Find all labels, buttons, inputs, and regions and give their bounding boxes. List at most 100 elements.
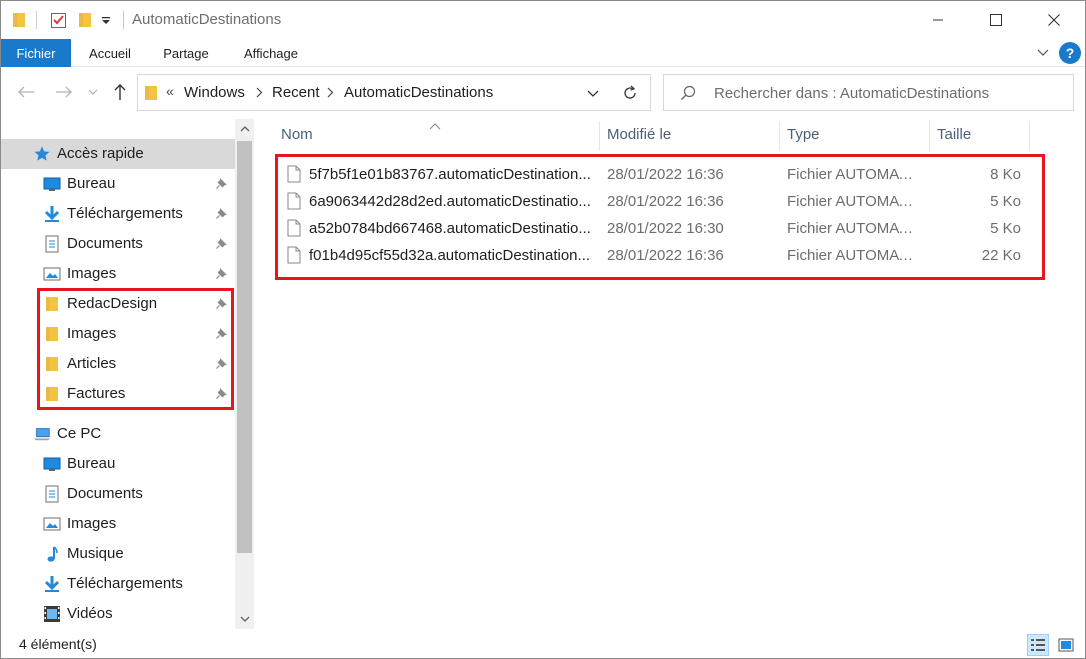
maximize-icon bbox=[990, 14, 1002, 26]
nav-item-label: Vidéos bbox=[67, 605, 113, 622]
help-icon[interactable]: ? bbox=[1059, 42, 1081, 64]
desktop-icon bbox=[43, 455, 61, 473]
nav-item-images[interactable]: Images bbox=[1, 259, 235, 289]
back-button[interactable] bbox=[15, 81, 37, 103]
breadcrumb-windows[interactable]: Windows bbox=[184, 84, 245, 101]
column-header-modified[interactable]: Modifié le bbox=[599, 117, 779, 151]
documents-icon bbox=[43, 485, 61, 503]
folder-icon bbox=[11, 11, 27, 29]
forward-arrow-icon bbox=[56, 86, 72, 98]
computer-icon bbox=[33, 425, 51, 443]
search-icon bbox=[680, 85, 696, 104]
address-row: « Windows Recent AutomaticDestinations bbox=[1, 67, 1085, 117]
breadcrumb-recent[interactable]: Recent bbox=[272, 84, 320, 101]
up-arrow-icon bbox=[114, 84, 126, 100]
nav-this-pc-label: Ce PC bbox=[57, 425, 102, 442]
search-input[interactable] bbox=[714, 83, 1064, 103]
scroll-up-icon[interactable] bbox=[235, 119, 254, 139]
pin-icon[interactable] bbox=[215, 236, 229, 250]
music-icon bbox=[43, 545, 61, 563]
nav-item-pc-musique[interactable]: Musique bbox=[1, 539, 235, 569]
refresh-icon bbox=[623, 85, 636, 99]
nav-item-pc-telechargements[interactable]: Téléchargements bbox=[1, 569, 235, 599]
breadcrumb-arrow-icon[interactable] bbox=[253, 85, 265, 99]
nav-item-pc-images[interactable]: Images bbox=[1, 509, 235, 539]
nav-item-label: Documents bbox=[67, 235, 143, 252]
close-button[interactable] bbox=[1031, 1, 1077, 39]
pin-icon[interactable] bbox=[215, 206, 229, 220]
chevron-down-icon bbox=[88, 89, 98, 95]
explorer-window: AutomaticDestinations Fichier Accueil Pa… bbox=[0, 0, 1086, 659]
item-count: 4 élément(s) bbox=[19, 636, 97, 652]
files-highlight-box bbox=[275, 154, 1045, 280]
nav-item-bureau[interactable]: Bureau bbox=[1, 169, 235, 199]
nav-item-label: Musique bbox=[67, 545, 124, 562]
download-icon bbox=[43, 205, 61, 223]
expand-ribbon-icon[interactable] bbox=[1033, 43, 1053, 63]
minimize-button[interactable] bbox=[915, 1, 961, 39]
new-folder-icon[interactable] bbox=[76, 11, 94, 29]
tab-fichier[interactable]: Fichier bbox=[1, 39, 71, 67]
nav-item-pc-documents[interactable]: Documents bbox=[1, 479, 235, 509]
pin-icon[interactable] bbox=[215, 266, 229, 280]
pictures-icon bbox=[43, 515, 61, 533]
qa-divider bbox=[36, 11, 37, 29]
breadcrumb-automaticdestinations[interactable]: AutomaticDestinations bbox=[344, 84, 493, 101]
customize-qa-icon[interactable] bbox=[99, 11, 113, 29]
large-icons-view-button[interactable] bbox=[1055, 634, 1077, 656]
star-icon bbox=[33, 145, 51, 163]
status-bar: 4 élément(s) bbox=[1, 631, 1085, 658]
title-bar: AutomaticDestinations bbox=[1, 1, 1085, 39]
nav-item-label: Bureau bbox=[67, 455, 116, 472]
search-box[interactable] bbox=[663, 74, 1074, 111]
nav-item-telechargements[interactable]: Téléchargements bbox=[1, 199, 235, 229]
chevron-down-icon bbox=[587, 90, 599, 97]
details-view-icon bbox=[1031, 639, 1045, 651]
nav-item-label: Bureau bbox=[67, 175, 116, 192]
nav-item-label: Images bbox=[67, 265, 117, 282]
desktop-icon bbox=[43, 175, 61, 193]
nav-quick-access[interactable]: Accès rapide bbox=[1, 139, 235, 169]
tab-partage[interactable]: Partage bbox=[153, 39, 219, 67]
column-header-name[interactable]: Nom bbox=[273, 117, 599, 151]
nav-item-pc-videos[interactable]: Vidéos bbox=[1, 599, 235, 629]
maximize-button[interactable] bbox=[973, 1, 1019, 39]
breadcrumb-overflow[interactable]: « bbox=[166, 83, 174, 99]
scrollbar-thumb[interactable] bbox=[237, 141, 252, 553]
nav-item-documents[interactable]: Documents bbox=[1, 229, 235, 259]
documents-icon bbox=[43, 235, 61, 253]
pinned-folders-highlight-box bbox=[37, 288, 234, 410]
forward-button[interactable] bbox=[53, 81, 75, 103]
recent-locations-button[interactable] bbox=[85, 81, 101, 103]
title-divider bbox=[123, 11, 124, 29]
up-button[interactable] bbox=[109, 81, 131, 103]
properties-icon[interactable] bbox=[49, 11, 69, 29]
refresh-button[interactable] bbox=[609, 74, 651, 111]
pictures-icon bbox=[43, 265, 61, 283]
nav-item-label: Images bbox=[67, 515, 117, 532]
window-title: AutomaticDestinations bbox=[132, 11, 282, 28]
address-bar[interactable]: « Windows Recent AutomaticDestinations bbox=[137, 74, 651, 111]
large-icons-view-icon bbox=[1058, 638, 1074, 652]
nav-this-pc[interactable]: Ce PC bbox=[1, 419, 235, 449]
videos-icon bbox=[43, 605, 61, 623]
download-icon bbox=[43, 575, 61, 593]
breadcrumb-arrow-icon[interactable] bbox=[324, 85, 336, 99]
nav-item-pc-bureau[interactable]: Bureau bbox=[1, 449, 235, 479]
pin-icon[interactable] bbox=[215, 176, 229, 190]
ribbon: Fichier Accueil Partage Affichage ? bbox=[1, 39, 1085, 67]
details-view-button[interactable] bbox=[1027, 634, 1049, 656]
scroll-down-icon[interactable] bbox=[235, 609, 254, 629]
nav-item-label: Documents bbox=[67, 485, 143, 502]
nav-item-label: Téléchargements bbox=[67, 575, 183, 592]
nav-scrollbar[interactable] bbox=[235, 119, 254, 629]
column-header-size[interactable]: Taille bbox=[929, 117, 1029, 151]
column-header-type[interactable]: Type bbox=[779, 117, 929, 151]
folder-icon bbox=[144, 85, 158, 104]
tab-accueil[interactable]: Accueil bbox=[79, 39, 141, 67]
nav-quick-access-label: Accès rapide bbox=[57, 145, 144, 162]
close-icon bbox=[1048, 14, 1060, 26]
column-divider[interactable] bbox=[1029, 121, 1030, 151]
tab-affichage[interactable]: Affichage bbox=[233, 39, 309, 67]
address-dropdown-button[interactable] bbox=[582, 83, 604, 103]
